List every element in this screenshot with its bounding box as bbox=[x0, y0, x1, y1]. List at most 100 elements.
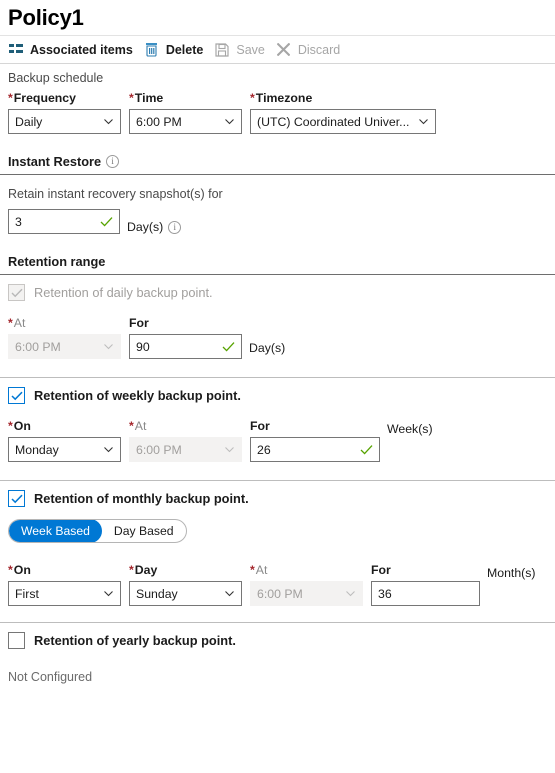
monthly-for-value: 36 bbox=[378, 586, 392, 601]
retention-range-heading: Retention range bbox=[8, 254, 106, 269]
info-icon[interactable]: i bbox=[168, 220, 182, 234]
save-button[interactable]: Save bbox=[212, 36, 274, 63]
daily-at-field: *At 6:00 PM bbox=[8, 316, 121, 359]
daily-retention-fields: *At 6:00 PM For 90 Day(s) bbox=[0, 310, 555, 377]
required-indicator: * bbox=[250, 563, 255, 577]
monthly-on-label: *On bbox=[8, 563, 31, 577]
daily-retention-checkbox bbox=[8, 284, 25, 301]
daily-at-label: *At bbox=[8, 316, 26, 330]
delete-label: Delete bbox=[165, 42, 204, 57]
monthly-on-field: *On First bbox=[8, 563, 121, 606]
weekly-on-select[interactable]: Monday bbox=[8, 437, 121, 462]
chevron-down-icon bbox=[103, 116, 114, 127]
monthly-retention-label: Retention of monthly backup point. bbox=[34, 491, 249, 506]
save-label: Save bbox=[236, 42, 265, 57]
chevron-down-icon bbox=[345, 588, 356, 599]
frequency-value: Daily bbox=[15, 114, 43, 129]
list-icon bbox=[8, 42, 24, 58]
monthly-schedule-pivot: Week Based Day Based bbox=[8, 519, 187, 543]
info-icon[interactable]: i bbox=[106, 155, 120, 168]
valid-check-icon bbox=[360, 444, 373, 456]
daily-for-label: For bbox=[129, 316, 149, 330]
monthly-retention-fields: *On First *Day Sunday *At 6:00 PM For 36… bbox=[0, 543, 555, 622]
pivot-day-based[interactable]: Day Based bbox=[102, 520, 186, 542]
frequency-select[interactable]: Daily bbox=[8, 109, 121, 134]
valid-check-icon bbox=[100, 216, 113, 228]
retain-snapshot-label: Retain instant recovery snapshot(s) for bbox=[8, 187, 223, 201]
weekly-at-field: *At 6:00 PM bbox=[129, 419, 242, 462]
monthly-at-value: 6:00 PM bbox=[257, 586, 303, 601]
monthly-retention-checkbox bbox=[8, 490, 25, 507]
daily-for-field: For 90 bbox=[129, 316, 242, 359]
weekly-at-label: *At bbox=[129, 419, 147, 433]
monthly-for-label: For bbox=[371, 563, 391, 577]
weekly-at-value: 6:00 PM bbox=[136, 442, 182, 457]
timezone-select[interactable]: (UTC) Coordinated Univer... bbox=[250, 109, 436, 134]
time-value: 6:00 PM bbox=[136, 114, 182, 129]
instant-restore-days-input[interactable]: 3 bbox=[8, 209, 120, 234]
monthly-at-label: *At bbox=[250, 563, 268, 577]
weekly-retention-label: Retention of weekly backup point. bbox=[34, 388, 241, 403]
chevron-down-icon bbox=[103, 444, 114, 455]
command-toolbar: Associated items Delete Save Discard bbox=[0, 35, 555, 64]
yearly-retention-checkbox bbox=[8, 632, 25, 649]
time-field: *Time 6:00 PM bbox=[129, 91, 242, 134]
monthly-on-select[interactable]: First bbox=[8, 581, 121, 606]
discard-label: Discard bbox=[297, 42, 341, 57]
policy-editor-page: Policy1 Associated items Delete Save Dis… bbox=[0, 0, 555, 773]
weekly-on-label: *On bbox=[8, 419, 31, 433]
required-indicator: * bbox=[8, 91, 13, 105]
daily-for-input[interactable]: 90 bbox=[129, 334, 242, 359]
daily-for-value: 90 bbox=[136, 339, 150, 354]
monthly-unit-label: Month(s) bbox=[487, 566, 536, 580]
discard-button[interactable]: Discard bbox=[274, 36, 349, 63]
timezone-value: (UTC) Coordinated Univer... bbox=[257, 114, 410, 129]
monthly-day-label: *Day bbox=[129, 563, 158, 577]
weekly-for-input[interactable]: 26 bbox=[250, 437, 380, 462]
weekly-retention-fields: *On Monday *At 6:00 PM For 26 Week(s) bbox=[0, 413, 555, 480]
associated-items-label: Associated items bbox=[30, 42, 133, 57]
daily-at-select: 6:00 PM bbox=[8, 334, 121, 359]
daily-at-value: 6:00 PM bbox=[15, 339, 61, 354]
chevron-down-icon bbox=[224, 444, 235, 455]
weekly-retention-checkbox-row[interactable]: Retention of weekly backup point. bbox=[0, 378, 555, 413]
monthly-for-field: For 36 bbox=[371, 563, 480, 606]
required-indicator: * bbox=[250, 91, 255, 105]
weekly-at-select: 6:00 PM bbox=[129, 437, 242, 462]
monthly-at-select: 6:00 PM bbox=[250, 581, 363, 606]
chevron-down-icon bbox=[103, 341, 114, 352]
timezone-label: *Timezone bbox=[250, 91, 313, 105]
chevron-down-icon bbox=[103, 588, 114, 599]
monthly-for-input[interactable]: 36 bbox=[371, 581, 480, 606]
valid-check-icon bbox=[222, 341, 235, 353]
monthly-retention-checkbox-row[interactable]: Retention of monthly backup point. bbox=[0, 481, 555, 516]
weekly-for-label: For bbox=[250, 419, 270, 433]
weekly-for-value: 26 bbox=[257, 442, 271, 457]
backup-schedule-fields: *Frequency Daily *Time 6:00 PM *Timezone… bbox=[0, 91, 555, 148]
yearly-retention-checkbox-row[interactable]: Retention of yearly backup point. bbox=[0, 623, 555, 658]
monthly-on-value: First bbox=[15, 586, 39, 601]
backup-schedule-label: Backup schedule bbox=[8, 71, 104, 85]
frequency-label: *Frequency bbox=[8, 91, 76, 105]
delete-button[interactable]: Delete bbox=[142, 36, 213, 63]
time-select[interactable]: 6:00 PM bbox=[129, 109, 242, 134]
required-indicator: * bbox=[129, 91, 134, 105]
daily-retention-checkbox-row[interactable]: Retention of daily backup point. bbox=[0, 275, 555, 310]
weekly-unit-label: Week(s) bbox=[387, 422, 433, 436]
required-indicator: * bbox=[129, 419, 134, 433]
associated-items-button[interactable]: Associated items bbox=[6, 36, 142, 63]
frequency-field: *Frequency Daily bbox=[8, 91, 121, 134]
daily-unit-label: Day(s) bbox=[249, 341, 286, 355]
chevron-down-icon bbox=[224, 116, 235, 127]
discard-icon bbox=[276, 42, 292, 58]
required-indicator: * bbox=[8, 563, 13, 577]
save-icon bbox=[214, 42, 230, 58]
pivot-week-based[interactable]: Week Based bbox=[9, 520, 102, 542]
required-indicator: * bbox=[8, 316, 13, 330]
required-indicator: * bbox=[129, 563, 134, 577]
yearly-status-text: Not Configured bbox=[8, 670, 93, 684]
yearly-retention-label: Retention of yearly backup point. bbox=[34, 633, 236, 648]
monthly-day-select[interactable]: Sunday bbox=[129, 581, 242, 606]
weekly-on-field: *On Monday bbox=[8, 419, 121, 462]
weekly-retention-checkbox bbox=[8, 387, 25, 404]
